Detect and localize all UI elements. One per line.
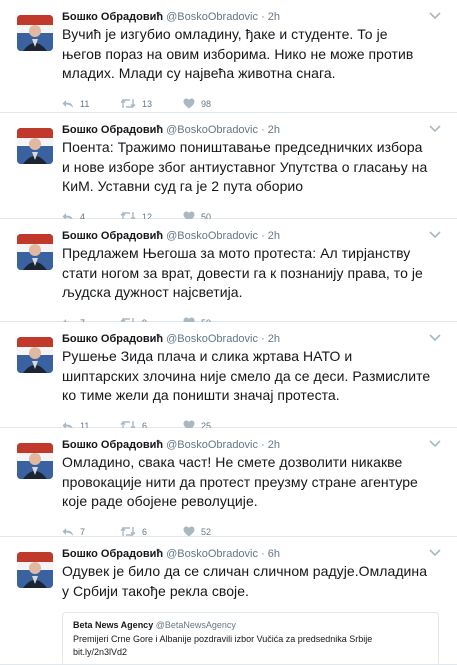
timestamp[interactable]: 2h xyxy=(268,333,280,345)
tweet-text-line: стати ногом за врат, довести га к познан… xyxy=(62,264,423,281)
quoted-tweet[interactable]: Beta News Agency @BetaNewsAgency Premije… xyxy=(62,612,439,665)
chevron-down-icon[interactable] xyxy=(429,548,441,558)
retweet-count: 6 xyxy=(142,526,148,537)
avatar[interactable] xyxy=(17,552,53,588)
like-button[interactable]: 52 xyxy=(183,526,243,537)
tweet[interactable]: Бошко Обрадовић @BoskoObradovic · 6h Оду… xyxy=(0,537,457,665)
author-name[interactable]: Бошко Обрадовић xyxy=(62,548,163,560)
timestamp[interactable]: 2h xyxy=(268,230,280,242)
chevron-down-icon[interactable] xyxy=(429,11,441,21)
timestamp[interactable]: 2h xyxy=(268,439,280,451)
author-handle[interactable]: @BoskoObradovic xyxy=(166,548,258,560)
tweet-text: Одувек је било да се сличан сличном раду… xyxy=(62,562,445,601)
tweet-header: Бошко Обрадовић @BoskoObradovic · 2h xyxy=(62,438,445,452)
avatar[interactable] xyxy=(17,234,53,270)
tweet-text-line: КиМ. Уставни суд га је 2 пута оборио xyxy=(62,178,304,194)
tweet-text-line: људска дужност најсветија. xyxy=(62,284,243,300)
tweet-text: Рушење Зида плача и слика жртава НАТО и … xyxy=(62,347,445,406)
tweet-text: Поента: Тражимо поништавање председнички… xyxy=(62,138,445,197)
tweet-text-line: Рушење Зида плача и слика жртава НАТО и xyxy=(62,348,353,364)
tweet-header: Бошко Обрадовић @BoskoObradovic · 2h xyxy=(62,123,445,137)
tweet-text-line: провокације нити да протест преузму стра… xyxy=(62,473,418,490)
chevron-down-icon[interactable] xyxy=(429,333,441,343)
quoted-tweet-text: Premijeri Crne Gore i Albanije pozdravil… xyxy=(73,633,428,659)
author-handle[interactable]: @BoskoObradovic xyxy=(166,230,258,242)
like-count: 52 xyxy=(201,526,212,537)
retweet-icon xyxy=(120,526,136,537)
retweet-button[interactable]: 6 xyxy=(120,526,183,537)
retweet-count: 13 xyxy=(142,98,153,109)
heart-icon xyxy=(183,526,195,537)
separator-dot: · xyxy=(261,548,265,560)
avatar[interactable] xyxy=(17,443,53,479)
author-name[interactable]: Бошко Обрадовић xyxy=(62,333,163,345)
timestamp[interactable]: 6h xyxy=(268,548,280,560)
avatar[interactable] xyxy=(17,128,53,164)
tweet-header: Бошко Обрадовић @BoskoObradovic · 6h xyxy=(62,547,445,561)
separator-dot: · xyxy=(261,333,265,345)
author-handle[interactable]: @BoskoObradovic xyxy=(166,124,258,136)
tweet-text-line: и нове изборе због антиуставног Упутства… xyxy=(62,158,428,175)
reply-button[interactable]: 7 xyxy=(62,527,120,537)
chevron-down-icon[interactable] xyxy=(429,439,441,449)
tweet[interactable]: Бошко Обрадовић @BoskoObradovic · 2h Вуч… xyxy=(0,0,457,113)
tweet[interactable]: Бошко Обрадовић @BoskoObradovic · 2h Пре… xyxy=(0,219,457,328)
quoted-author-name[interactable]: Beta News Agency xyxy=(73,620,153,630)
avatar[interactable] xyxy=(17,337,53,373)
author-name[interactable]: Бошко Обрадовић xyxy=(62,439,163,451)
tweet-text-line: у Србији такође рекла своје. xyxy=(62,582,249,599)
timestamp[interactable]: 2h xyxy=(268,11,280,23)
author-handle[interactable]: @BoskoObradovic xyxy=(166,11,258,23)
tweet[interactable]: Бошко Обрадовић @BoskoObradovic · 2h Руш… xyxy=(0,322,457,431)
tweet-header: Бошко Обрадовић @BoskoObradovic · 2h xyxy=(62,229,445,243)
author-name[interactable]: Бошко Обрадовић xyxy=(62,124,163,136)
reply-count: 7 xyxy=(80,526,86,537)
tweet-text-line: његов пораз на овим изборима. Нико не мо… xyxy=(62,45,414,62)
like-button[interactable]: 98 xyxy=(183,98,243,109)
tweet-text-line: Предлажем Његоша за мото протеста: Ал ти… xyxy=(62,245,411,261)
avatar[interactable] xyxy=(17,15,53,51)
like-count: 98 xyxy=(201,98,212,109)
quoted-tweet-header: Beta News Agency @BetaNewsAgency xyxy=(73,619,428,631)
author-name[interactable]: Бошко Обрадовић xyxy=(62,11,163,23)
reply-icon xyxy=(62,99,73,108)
tweet-text-line: Одувек је било да се сличан сличном раду… xyxy=(62,563,428,579)
tweet-text-line: које раде обојене револуције. xyxy=(62,493,258,509)
chevron-down-icon[interactable] xyxy=(429,124,441,134)
tweet-header: Бошко Обрадовић @BoskoObradovic · 2h xyxy=(62,332,445,346)
author-handle[interactable]: @BoskoObradovic xyxy=(166,439,258,451)
tweet[interactable]: Бошко Обрадовић @BoskoObradovic · 2h Пое… xyxy=(0,113,457,222)
tweet[interactable]: Бошко Обрадовић @BoskoObradovic · 2h Омл… xyxy=(0,428,457,537)
quoted-text-line: Premijeri Crne Gore i Albanije pozdravil… xyxy=(73,634,373,644)
separator-dot: · xyxy=(261,124,265,136)
timestamp[interactable]: 2h xyxy=(268,124,280,136)
quoted-link[interactable]: bit.ly/2n3lVd2 xyxy=(73,646,428,659)
author-handle[interactable]: @BoskoObradovic xyxy=(166,333,258,345)
retweet-button[interactable]: 13 xyxy=(120,98,183,109)
tweet-text: Предлажем Његоша за мото протеста: Ал ти… xyxy=(62,244,445,303)
retweet-icon xyxy=(120,98,136,109)
tweet-text-line: Вучић је изгубио омладину, ђаке и студен… xyxy=(62,26,388,42)
tweet-feed: Бошко Обрадовић @BoskoObradovic · 2h Вуч… xyxy=(0,0,457,665)
heart-icon xyxy=(183,98,195,109)
tweet-text: Омладино, свака част! Не смете дозволити… xyxy=(62,453,445,512)
tweet-text-line: Омладино, свака част! Не смете дозволити… xyxy=(62,454,403,470)
quoted-author-handle[interactable]: @BetaNewsAgency xyxy=(156,620,236,630)
chevron-down-icon[interactable] xyxy=(429,230,441,240)
tweet-text-line: шиптарских злочина није смело да се деси… xyxy=(62,367,431,384)
tweet-text: Вучић је изгубио омладину, ђаке и студен… xyxy=(62,25,445,84)
author-name[interactable]: Бошко Обрадовић xyxy=(62,230,163,242)
tweet-header: Бошко Обрадовић @BoskoObradovic · 2h xyxy=(62,10,445,24)
tweet-text-line: Поента: Тражимо поништавање председнички… xyxy=(62,139,423,155)
separator-dot: · xyxy=(261,230,265,242)
tweet-text-line: ко тиме жели да поништи значај протеста. xyxy=(62,387,340,403)
reply-count: 11 xyxy=(80,98,90,109)
reply-icon xyxy=(62,527,73,536)
separator-dot: · xyxy=(261,11,265,23)
tweet-text-line: младих. Млади су највећа животна снага. xyxy=(62,65,336,81)
reply-button[interactable]: 11 xyxy=(62,99,120,109)
separator-dot: · xyxy=(261,439,265,451)
